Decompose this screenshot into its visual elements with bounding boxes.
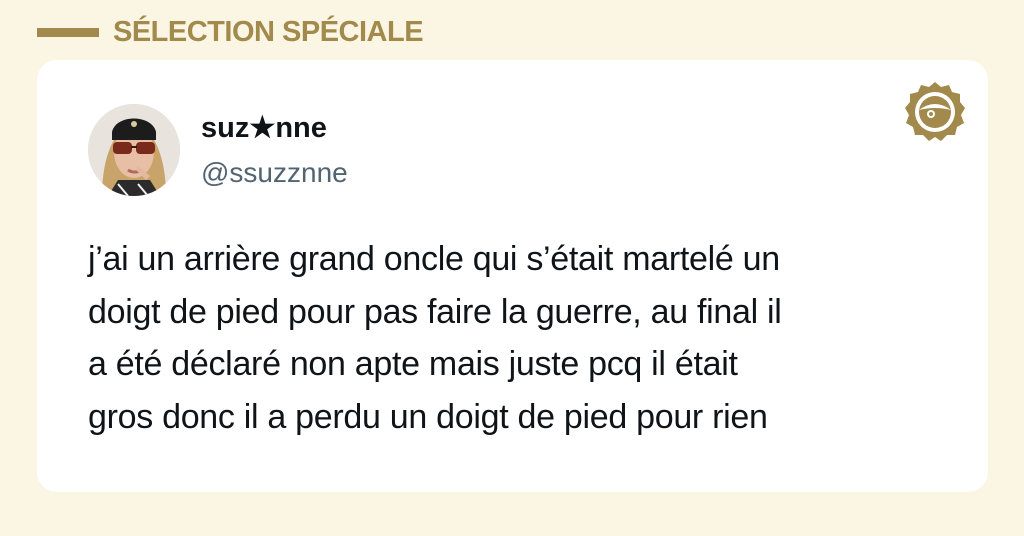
section-header: SÉLECTION SPÉCIALE bbox=[37, 14, 424, 50]
tweet-line: gros donc il a perdu un doigt de pied po… bbox=[88, 397, 768, 436]
avatar-photo bbox=[88, 104, 180, 196]
tweet-card[interactable]: suz★nne @ssuzznne j’ai un arrière grand … bbox=[37, 60, 988, 492]
brand-badge-icon bbox=[903, 80, 967, 144]
tweet-line: j’ai un arrière grand oncle qui s’était … bbox=[88, 240, 780, 278]
author-handle[interactable]: @ssuzznne bbox=[201, 157, 348, 189]
tweet-line: doigt de pied pour pas faire la guerre, … bbox=[88, 292, 782, 331]
author-name[interactable]: suz★nne bbox=[201, 110, 327, 145]
tweet-line: a été déclaré non apte mais juste pcq il… bbox=[88, 345, 738, 383]
avatar[interactable] bbox=[88, 104, 180, 196]
section-title: SÉLECTION SPÉCIALE bbox=[113, 15, 424, 48]
section-bar bbox=[37, 27, 99, 37]
tweet-text: j’ai un arrière grand oncle qui s’était … bbox=[88, 233, 958, 443]
